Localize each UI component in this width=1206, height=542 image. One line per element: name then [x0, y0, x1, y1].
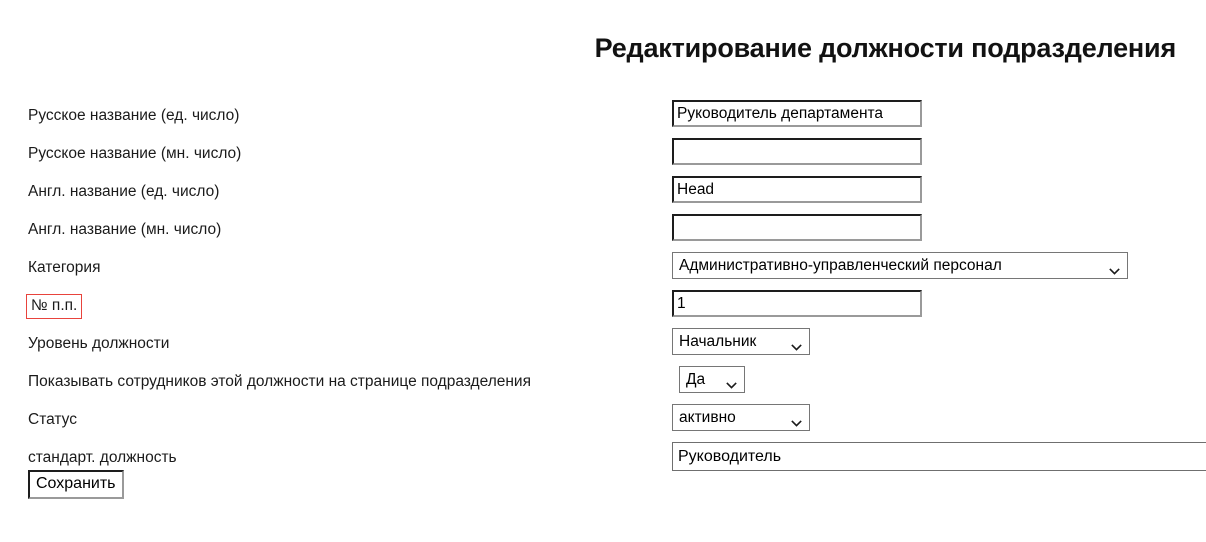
input-russian-plural[interactable] — [672, 138, 922, 165]
field-russian-plural — [672, 138, 922, 165]
field-standard-position — [672, 442, 1206, 471]
form-row-status: Статус активно — [0, 404, 1206, 442]
field-russian-singular — [672, 100, 922, 127]
label-russian-singular: Русское название (ед. число) — [28, 107, 240, 124]
save-button[interactable]: Сохранить — [28, 470, 124, 499]
select-show-employees[interactable]: Да — [679, 366, 745, 393]
form-row-show-employees: Показывать сотрудников этой должности на… — [0, 366, 1206, 404]
form-row-english-plural: Англ. название (мн. число) — [0, 214, 1206, 252]
chevron-down-icon — [783, 336, 802, 351]
chevron-down-icon — [1099, 260, 1120, 275]
form-row-english-singular: Англ. название (ед. число) — [0, 176, 1206, 214]
form-row-standard-position: стандарт. должность — [0, 442, 1206, 480]
chevron-down-icon — [720, 374, 737, 389]
field-order-number — [672, 290, 922, 317]
label-english-plural: Англ. название (мн. число) — [28, 221, 222, 238]
input-russian-singular[interactable] — [672, 100, 922, 127]
form-row-order-number: № п.п. — [0, 290, 1206, 328]
label-category: Категория — [28, 259, 101, 276]
form-row-position-level: Уровень должности Начальник — [0, 328, 1206, 366]
select-category[interactable]: Административно-управленческий персонал — [672, 252, 1128, 279]
select-category-value: Административно-управленческий персонал — [679, 257, 1002, 274]
field-position-level: Начальник — [672, 328, 810, 355]
page-title: Редактирование должности подразделения — [594, 33, 1177, 63]
label-order-number: № п.п. — [26, 294, 83, 319]
select-position-level[interactable]: Начальник — [672, 328, 810, 355]
label-position-level: Уровень должности — [28, 335, 170, 352]
form-row-russian-plural: Русское название (мн. число) — [0, 138, 1206, 176]
label-russian-plural: Русское название (мн. число) — [28, 145, 242, 162]
form-row-category: Категория Административно-управленческий… — [0, 252, 1206, 290]
label-standard-position: стандарт. должность — [28, 449, 177, 466]
select-status-value: активно — [679, 409, 736, 426]
select-show-employees-value: Да — [686, 371, 706, 388]
label-english-singular: Англ. название (ед. число) — [28, 183, 220, 200]
select-position-level-value: Начальник — [679, 333, 757, 350]
edit-position-form: Русское название (ед. число) Русское наз… — [0, 100, 1206, 480]
label-show-employees: Показывать сотрудников этой должности на… — [28, 373, 531, 390]
form-row-russian-singular: Русское название (ед. число) — [0, 100, 1206, 138]
label-status: Статус — [28, 411, 77, 428]
select-status[interactable]: активно — [672, 404, 810, 431]
input-standard-position[interactable] — [672, 442, 1206, 471]
input-english-plural[interactable] — [672, 214, 922, 241]
field-english-singular — [672, 176, 922, 203]
field-category: Административно-управленческий персонал — [672, 252, 1128, 279]
field-english-plural — [672, 214, 922, 241]
field-show-employees: Да — [679, 366, 745, 393]
field-status: активно — [672, 404, 810, 431]
chevron-down-icon — [783, 412, 802, 427]
input-order-number[interactable] — [672, 290, 922, 317]
input-english-singular[interactable] — [672, 176, 922, 203]
